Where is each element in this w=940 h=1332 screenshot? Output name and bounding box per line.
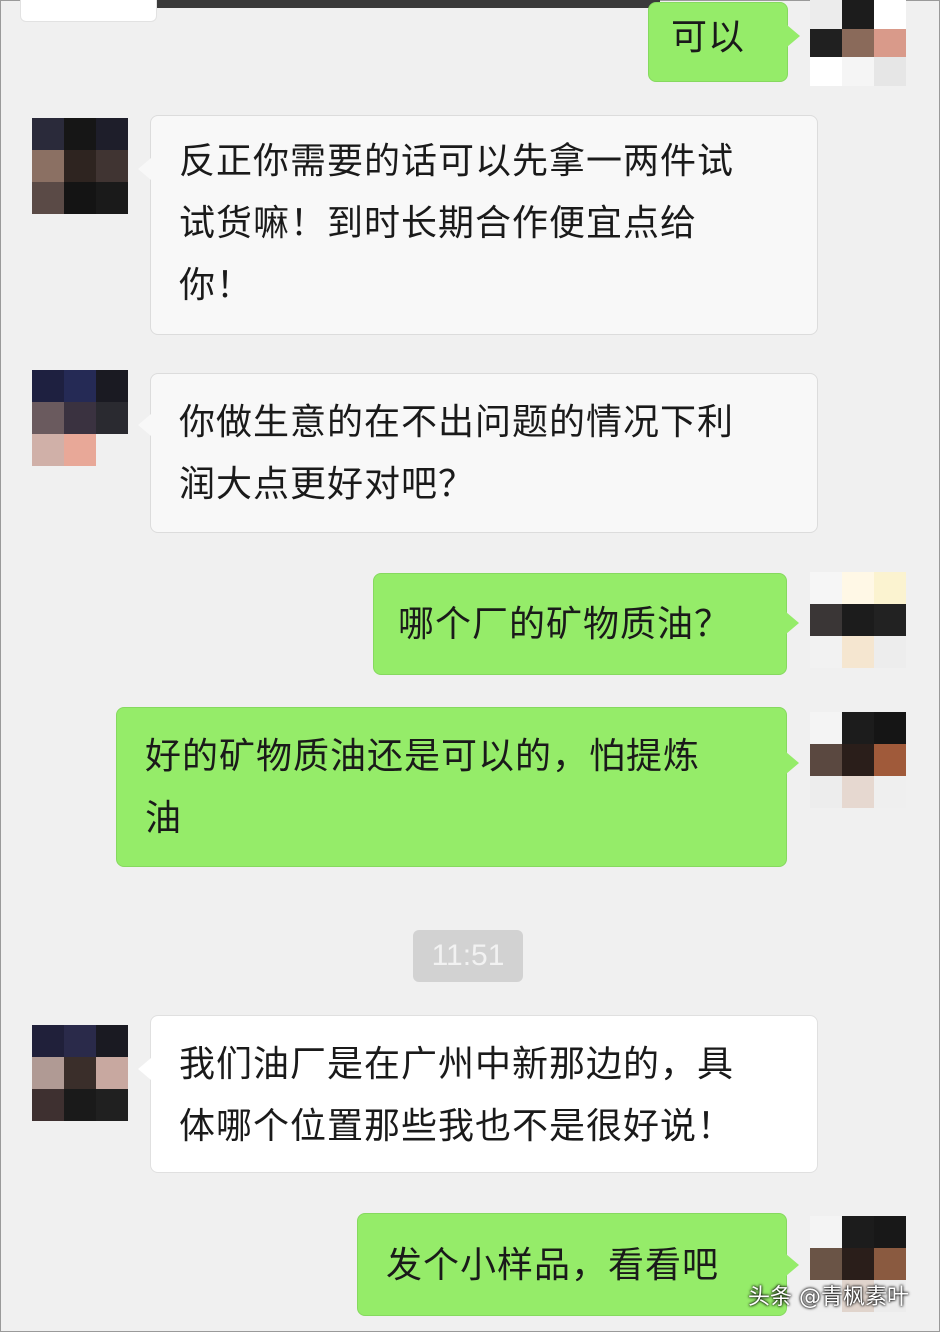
top-shadow	[150, 0, 660, 8]
user-avatar-icon[interactable]	[810, 0, 906, 86]
message-bubble-outgoing[interactable]: 好的矿物质油还是可以的，怕提炼 油	[116, 707, 799, 867]
previous-message-bubble[interactable]	[20, 0, 157, 22]
contact-avatar-icon[interactable]	[32, 1025, 128, 1121]
message-text: 可以	[671, 17, 746, 58]
contact-avatar-icon[interactable]	[32, 118, 128, 214]
message-text: 哪个厂的矿物质油？	[398, 604, 732, 645]
message-bubble-outgoing[interactable]: 可以	[648, 2, 800, 82]
message-text: 反正你需要的话可以先拿一两件试 试货嘛！到时长期合作便宜点给 你！	[179, 141, 735, 306]
message-text: 发个小样品，看看吧	[386, 1245, 720, 1286]
message-bubble-incoming[interactable]: 你做生意的在不出问题的情况下利 润大点更好对吧？	[138, 373, 818, 533]
message-timestamp: 11:51	[413, 930, 523, 982]
watermark: 头条 @青枫素叶	[748, 1285, 909, 1310]
contact-avatar-icon[interactable]	[32, 370, 128, 466]
message-text: 你做生意的在不出问题的情况下利 润大点更好对吧？	[179, 402, 735, 505]
message-text: 我们油厂是在广州中新那边的，具 体哪个位置那些我也不是很好说！	[179, 1044, 735, 1147]
message-bubble-incoming[interactable]: 反正你需要的话可以先拿一两件试 试货嘛！到时长期合作便宜点给 你！	[138, 115, 818, 335]
message-bubble-outgoing[interactable]: 发个小样品，看看吧	[357, 1213, 799, 1316]
message-bubble-incoming[interactable]: 我们油厂是在广州中新那边的，具 体哪个位置那些我也不是很好说！	[138, 1015, 818, 1173]
user-avatar-icon[interactable]	[810, 572, 906, 668]
message-bubble-outgoing[interactable]: 哪个厂的矿物质油？	[373, 573, 799, 675]
message-text: 好的矿物质油还是可以的，怕提炼 油	[145, 736, 701, 839]
user-avatar-icon[interactable]	[810, 712, 906, 808]
